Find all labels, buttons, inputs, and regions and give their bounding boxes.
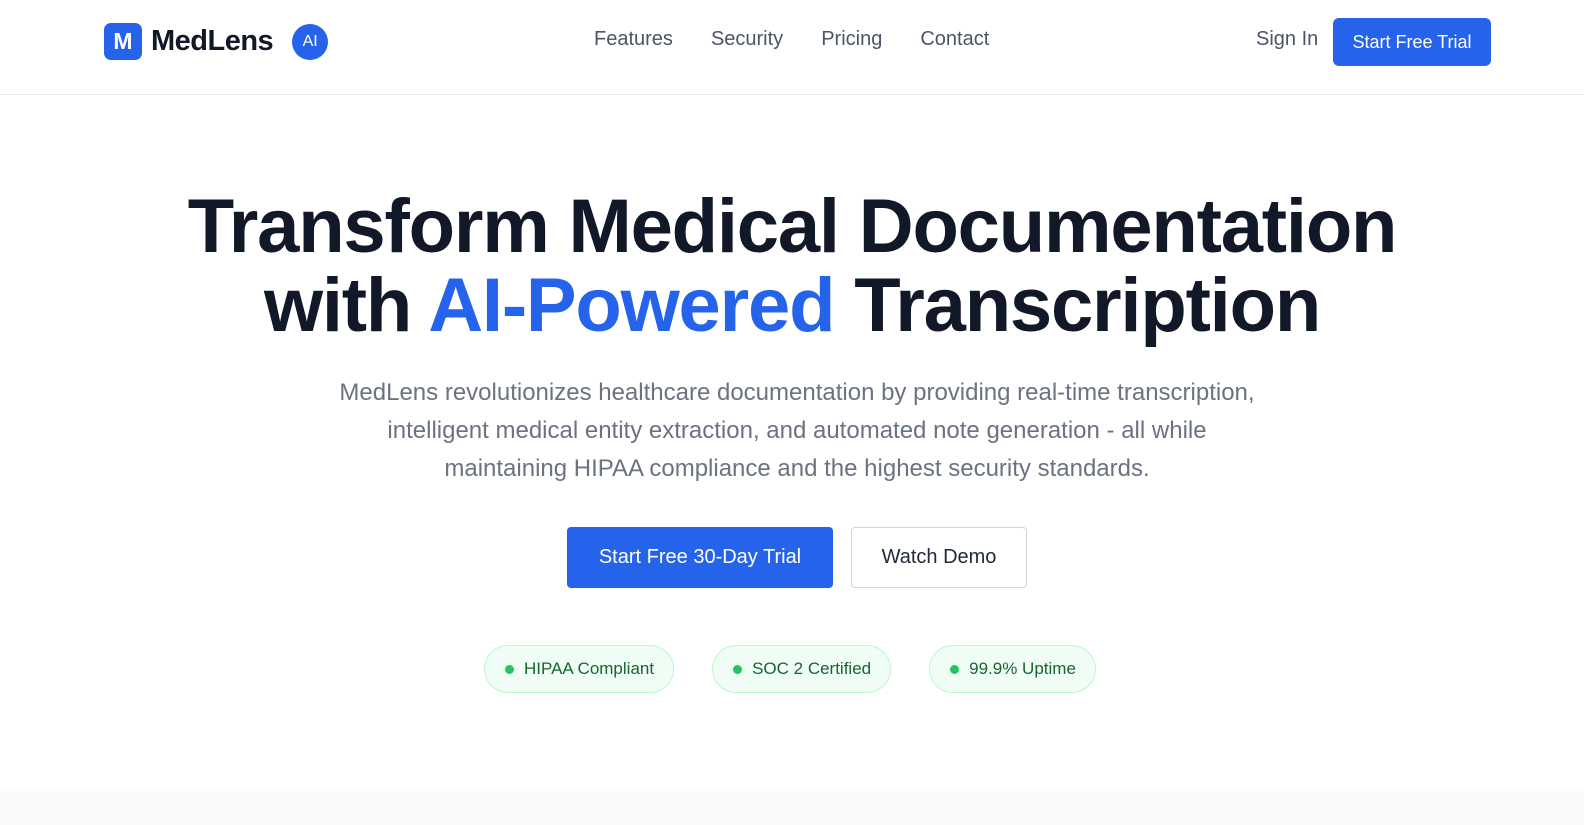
logo-mark-icon: M	[104, 23, 142, 60]
brand-name: MedLens	[151, 25, 274, 57]
nav-link-features[interactable]: Features	[594, 28, 673, 51]
sign-in-link[interactable]: Sign In	[1256, 28, 1318, 51]
badge-label: SOC 2 Certified	[752, 659, 872, 678]
hero-description: MedLens revolutionizes healthcare docume…	[339, 379, 1255, 482]
headline-line-1: Transform Medical Documentation	[187, 184, 1398, 269]
brand-logo[interactable]: M MedLens AI	[104, 23, 329, 60]
headline-accent: AI-Powered	[428, 263, 835, 348]
ai-badge: AI	[292, 23, 329, 60]
top-navbar: M MedLens AI Features Security Pricing C…	[0, 0, 1584, 95]
badge-uptime: 99.9% Uptime	[929, 645, 1096, 693]
headline-with: with	[263, 263, 412, 348]
nav-link-pricing[interactable]: Pricing	[821, 28, 882, 51]
start-free-trial-button[interactable]: Start Free Trial	[1333, 18, 1491, 66]
watch-demo-button[interactable]: Watch Demo	[851, 527, 1027, 588]
start-trial-button[interactable]: Start Free 30-Day Trial	[567, 527, 833, 588]
headline-end: Transcription	[854, 263, 1321, 348]
status-dot-icon	[733, 664, 743, 674]
hero-cta-group: Start Free 30-Day Trial Watch Demo	[567, 527, 1027, 588]
nav-link-security[interactable]: Security	[711, 28, 783, 51]
status-dot-icon	[950, 664, 960, 674]
nav-links: Features Security Pricing Contact	[594, 28, 989, 51]
badge-label: 99.9% Uptime	[969, 659, 1076, 678]
badge-soc2: SOC 2 Certified	[712, 645, 892, 693]
status-dot-icon	[505, 664, 514, 674]
next-section-band	[0, 789, 1584, 825]
nav-link-contact[interactable]: Contact	[920, 28, 989, 51]
trust-badges: HIPAA Compliant SOC 2 Certified 99.9% Up…	[484, 645, 1096, 693]
hero-headline: Transform Medical Documentation with AI-…	[0, 187, 1584, 345]
badge-label: HIPAA Compliant	[524, 659, 655, 678]
badge-hipaa: HIPAA Compliant	[484, 645, 675, 693]
